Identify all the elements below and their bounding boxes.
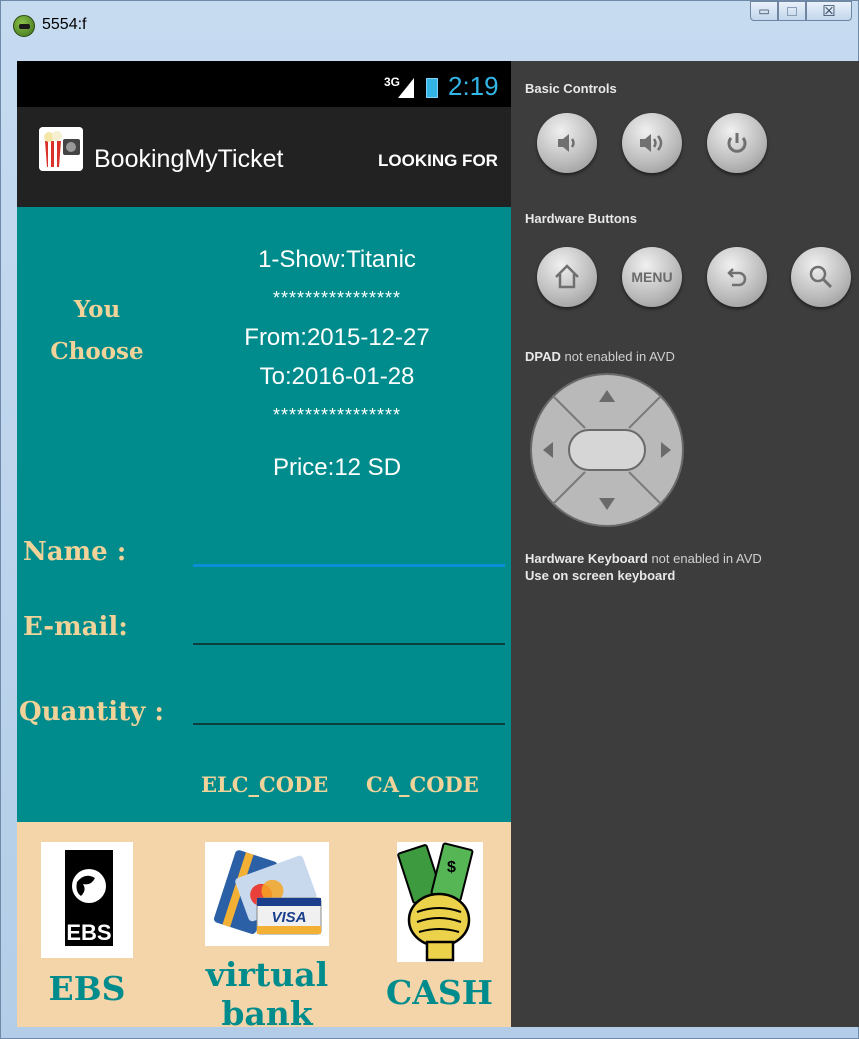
app-logo-icon[interactable] <box>39 127 83 171</box>
ebs-logo-icon: EBS <box>41 842 133 958</box>
battery-icon <box>426 78 438 98</box>
elc-code-button[interactable]: ELC_CODE <box>201 772 328 797</box>
you-choose-heading: You Choose <box>37 289 157 373</box>
you-choose-line2: Choose <box>50 338 144 365</box>
booking-content: You Choose 1-Show:Titanic **************… <box>17 207 511 822</box>
title-bar[interactable]: 5554:f ▭ ☒ <box>1 1 859 55</box>
separator-top: **************** <box>272 288 402 308</box>
visa-text: VISA <box>271 909 306 926</box>
show-to-date: To:2016-01-28 <box>259 363 415 390</box>
volume-up-icon <box>640 134 663 152</box>
show-from-date: From:2015-12-27 <box>244 324 430 351</box>
minimize-button[interactable]: ▭ <box>750 1 778 21</box>
signal-icon <box>398 78 414 98</box>
search-button[interactable] <box>791 247 851 307</box>
keyboard-status: Hardware Keyboard not enabled in AVD <box>525 551 762 566</box>
email-label: E-mail: <box>23 612 128 642</box>
payment-options: EBS EBS VISA virtual bank $ CASH <box>17 822 511 1033</box>
dpad-status: DPAD not enabled in AVD <box>525 349 675 364</box>
home-button[interactable] <box>537 247 597 307</box>
power-button[interactable] <box>707 113 767 173</box>
maximize-button[interactable] <box>778 1 806 21</box>
window-title: 5554:f <box>42 16 87 33</box>
quantity-label: Quantity : <box>19 697 164 727</box>
close-button[interactable]: ☒ <box>806 1 852 21</box>
quantity-field[interactable] <box>193 685 505 725</box>
dpad-control[interactable] <box>529 372 685 528</box>
separator-bottom: **************** <box>272 405 402 425</box>
virtual-bank-payment-option[interactable]: VISA virtual bank <box>157 842 377 1033</box>
dpad-note: not enabled in AVD <box>560 349 675 364</box>
ebs-label: EBS <box>48 969 126 1008</box>
back-icon <box>727 268 747 287</box>
window-controls: ▭ ☒ <box>750 1 852 21</box>
minimize-icon: ▭ <box>758 4 770 18</box>
cash-hand-icon: $ <box>396 842 483 962</box>
show-price: Price:12 SD <box>272 454 402 481</box>
action-bar: BookingMyTicket LOOKING FOR <box>17 107 511 207</box>
ebs-logo-text: EBS <box>66 920 111 945</box>
emulator-icon <box>13 15 35 37</box>
keyboard-hint: Use on screen keyboard <box>525 568 676 583</box>
app-title: BookingMyTicket <box>94 145 284 173</box>
emulator-window: 5554:f ▭ ☒ 3G 2:19 BookingMyTicket LOOKI… <box>0 0 859 1039</box>
home-icon <box>555 264 579 289</box>
name-field[interactable] <box>193 527 505 567</box>
menu-label: MENU <box>631 269 673 285</box>
controls-panel: Basic Controls Hardware Buttons MENU DPA… <box>511 61 859 1027</box>
hardware-buttons-label: Hardware Buttons <box>525 211 637 226</box>
device-screen: 3G 2:19 BookingMyTicket LOOKING FOR You … <box>17 61 511 1033</box>
back-button[interactable] <box>707 247 767 307</box>
search-icon <box>809 265 833 289</box>
maximize-icon <box>787 6 797 16</box>
keyboard-note: not enabled in AVD <box>647 551 762 566</box>
you-choose-line1: You <box>73 296 121 323</box>
ebs-payment-option[interactable]: EBS EBS <box>37 842 137 1008</box>
looking-for-button[interactable]: LOOKING FOR <box>378 151 498 171</box>
volume-up-button[interactable] <box>622 113 682 173</box>
email-field[interactable] <box>193 605 505 645</box>
emulator-client: 3G 2:19 BookingMyTicket LOOKING FOR You … <box>17 61 859 1033</box>
volume-down-icon <box>558 134 575 152</box>
keyboard-label: Hardware Keyboard <box>525 551 648 566</box>
menu-button[interactable]: MENU <box>622 247 682 307</box>
status-time: 2:19 <box>448 71 499 101</box>
power-icon <box>727 133 747 153</box>
volume-down-button[interactable] <box>537 113 597 173</box>
basic-controls-label: Basic Controls <box>525 81 617 96</box>
svg-text:$: $ <box>447 859 456 876</box>
status-bar: 3G 2:19 <box>17 61 511 107</box>
show-title: 1-Show:Titanic <box>258 246 416 273</box>
virtual-bank-label: virtual bank <box>205 955 329 1033</box>
cash-payment-option[interactable]: $ CASH <box>382 842 497 1012</box>
close-icon: ☒ <box>822 3 836 20</box>
dpad-label: DPAD <box>525 349 561 364</box>
ca-code-button[interactable]: CA_CODE <box>366 772 479 797</box>
credit-cards-icon: VISA <box>205 842 329 946</box>
cash-label: CASH <box>386 973 493 1012</box>
show-details: 1-Show:Titanic **************** From:201… <box>217 240 457 487</box>
name-label: Name : <box>23 537 127 567</box>
